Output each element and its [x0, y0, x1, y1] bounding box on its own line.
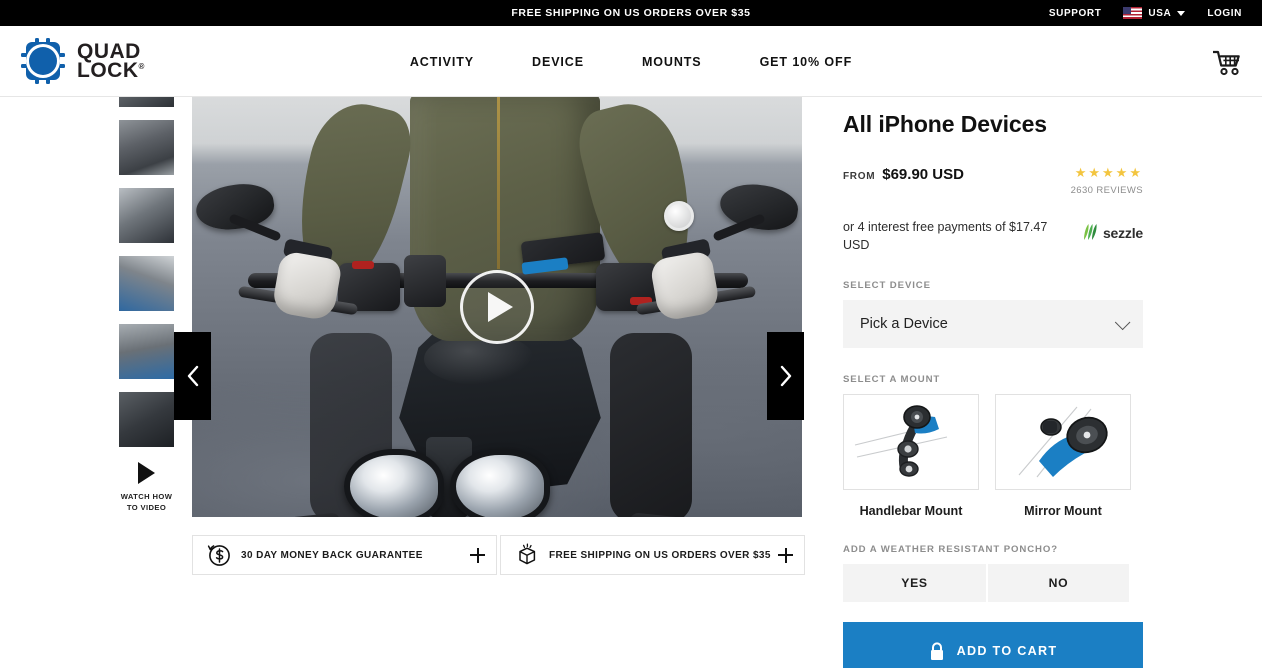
add-to-cart-label: ADD TO CART [956, 644, 1058, 659]
poncho-label: ADD A WEATHER RESISTANT PONCHO? [843, 544, 1058, 556]
mirror-mount-illustration [1018, 406, 1108, 478]
gallery-next-button[interactable] [767, 332, 804, 420]
review-count: 2630 REVIEWS [1070, 185, 1143, 196]
chevron-left-icon [187, 365, 198, 387]
product-page: FREE SHIPPING ON US ORDERS OVER $35 SUPP… [0, 0, 1262, 668]
nav-item-device[interactable]: DEVICE [532, 55, 584, 69]
gallery-thumbnail[interactable] [119, 188, 174, 243]
price-block: FROM $69.90 USD [843, 166, 964, 183]
mirror-mount-thumbnail [995, 394, 1131, 491]
page-title: All iPhone Devices [843, 111, 1047, 137]
installment-text: or 4 interest free payments of $17.47 US… [843, 220, 1048, 253]
product-gallery: 30 DAY MONEY BACK GUARANTEE FREE SHIPPIN… [174, 97, 805, 668]
chevron-down-icon [1114, 314, 1131, 330]
mount-name: Mirror Mount [1024, 504, 1102, 519]
mount-options: Handlebar Mount Mirror Mount [843, 394, 1143, 518]
hero-image[interactable] [192, 97, 802, 517]
gallery-thumbnail[interactable] [119, 392, 174, 447]
handlebar-mount-illustration [854, 405, 948, 477]
poncho-yes-button[interactable]: YES [843, 564, 986, 603]
mount-name: Handlebar Mount [859, 504, 963, 519]
select-device-label: SELECT DEVICE [843, 280, 931, 292]
announcement-text: FREE SHIPPING ON US ORDERS OVER $35 [511, 7, 751, 19]
chevron-right-icon [780, 365, 791, 387]
play-icon [487, 292, 513, 322]
nav-item-get-10-off[interactable]: GET 10% OFF [760, 55, 853, 69]
gallery-thumbnail[interactable] [119, 256, 174, 311]
video-play-button[interactable] [460, 270, 534, 344]
brand-wordmark-line2: LOCK [77, 59, 139, 82]
shipping-box-icon [519, 543, 536, 565]
shopping-cart-icon [1213, 50, 1240, 76]
add-to-cart-button[interactable]: ADD TO CART [843, 622, 1143, 668]
main-navigation: ACTIVITY DEVICE MOUNTS GET 10% OFF [0, 26, 1262, 97]
price-and-rating: FROM $69.90 USD ★★★★★ 2630 REVIEWS [843, 166, 1143, 196]
watch-video-label: WATCH HOW TO VIDEO [120, 492, 173, 513]
chevron-down-icon [1177, 10, 1186, 16]
gallery-thumbnail[interactable] [119, 324, 174, 379]
watch-how-to-video-button[interactable]: WATCH HOW TO VIDEO [119, 462, 174, 514]
support-link[interactable]: SUPPORT [1049, 8, 1102, 19]
brand-logo[interactable]: QUAD LOCK® [18, 36, 145, 86]
gallery-thumbnail[interactable] [119, 97, 174, 107]
money-back-accordion[interactable]: 30 DAY MONEY BACK GUARANTEE [192, 535, 497, 575]
price-value: $69.90 USD [882, 166, 964, 183]
gallery-thumbnail-rail: WATCH HOW TO VIDEO [0, 97, 192, 668]
announcement-bar: FREE SHIPPING ON US ORDERS OVER $35 SUPP… [0, 0, 1262, 26]
nav-item-mounts[interactable]: MOUNTS [642, 55, 702, 69]
sezzle-wordmark: sezzle [1102, 224, 1143, 241]
us-flag-icon [1123, 7, 1143, 19]
poncho-no-button[interactable]: NO [986, 564, 1129, 603]
sezzle-logo: sezzle [1081, 223, 1143, 242]
site-header: QUAD LOCK® ACTIVITY DEVICE MOUNTS GET 10… [0, 26, 1262, 97]
sezzle-leaf-icon [1083, 224, 1097, 240]
locale-selector[interactable]: USA [1123, 7, 1186, 19]
mount-option-handlebar[interactable]: Handlebar Mount [843, 394, 979, 518]
installments-block: or 4 interest free payments of $17.47 US… [843, 218, 1143, 254]
poncho-toggle-group: YES NO [843, 564, 1143, 603]
registered-mark: ® [138, 62, 145, 71]
device-select-value: Pick a Device [860, 316, 948, 333]
money-back-label: 30 DAY MONEY BACK GUARANTEE [241, 549, 423, 561]
handlebar-mount-thumbnail [843, 394, 979, 491]
gallery-prev-button[interactable] [174, 332, 211, 420]
mount-option-mirror[interactable]: Mirror Mount [995, 394, 1131, 518]
quad-lock-emblem-icon [21, 38, 65, 84]
product-info-accordions: 30 DAY MONEY BACK GUARANTEE FREE SHIPPIN… [192, 535, 805, 575]
nav-item-activity[interactable]: ACTIVITY [410, 55, 474, 69]
plus-icon[interactable] [470, 547, 485, 563]
product-content: WATCH HOW TO VIDEO 30 DAY MONEY BACK GUA… [0, 97, 1262, 668]
brand-wordmark: QUAD LOCK® [77, 41, 145, 82]
free-shipping-label: FREE SHIPPING ON US ORDERS OVER $35 [549, 549, 771, 561]
plus-icon[interactable] [778, 547, 793, 563]
rating-block[interactable]: ★★★★★ 2630 REVIEWS [1071, 166, 1143, 196]
purchase-panel: All iPhone Devices FROM $69.90 USD ★★★★★… [805, 97, 1262, 668]
device-select[interactable]: Pick a Device [843, 300, 1143, 349]
lock-icon [930, 642, 943, 660]
cart-button[interactable] [1210, 48, 1244, 78]
play-triangle-icon [138, 462, 155, 484]
money-back-icon [207, 545, 230, 566]
locale-label: USA [1148, 7, 1172, 19]
select-mount-label: SELECT A MOUNT [843, 374, 941, 386]
login-link[interactable]: LOGIN [1207, 8, 1242, 19]
star-rating: ★★★★★ [1074, 165, 1143, 180]
free-shipping-accordion[interactable]: FREE SHIPPING ON US ORDERS OVER $35 [500, 535, 805, 575]
price-prefix: FROM [843, 171, 876, 182]
announcement-utility-links: SUPPORT USA LOGIN [1049, 0, 1242, 26]
gallery-thumbnail[interactable] [119, 120, 174, 175]
